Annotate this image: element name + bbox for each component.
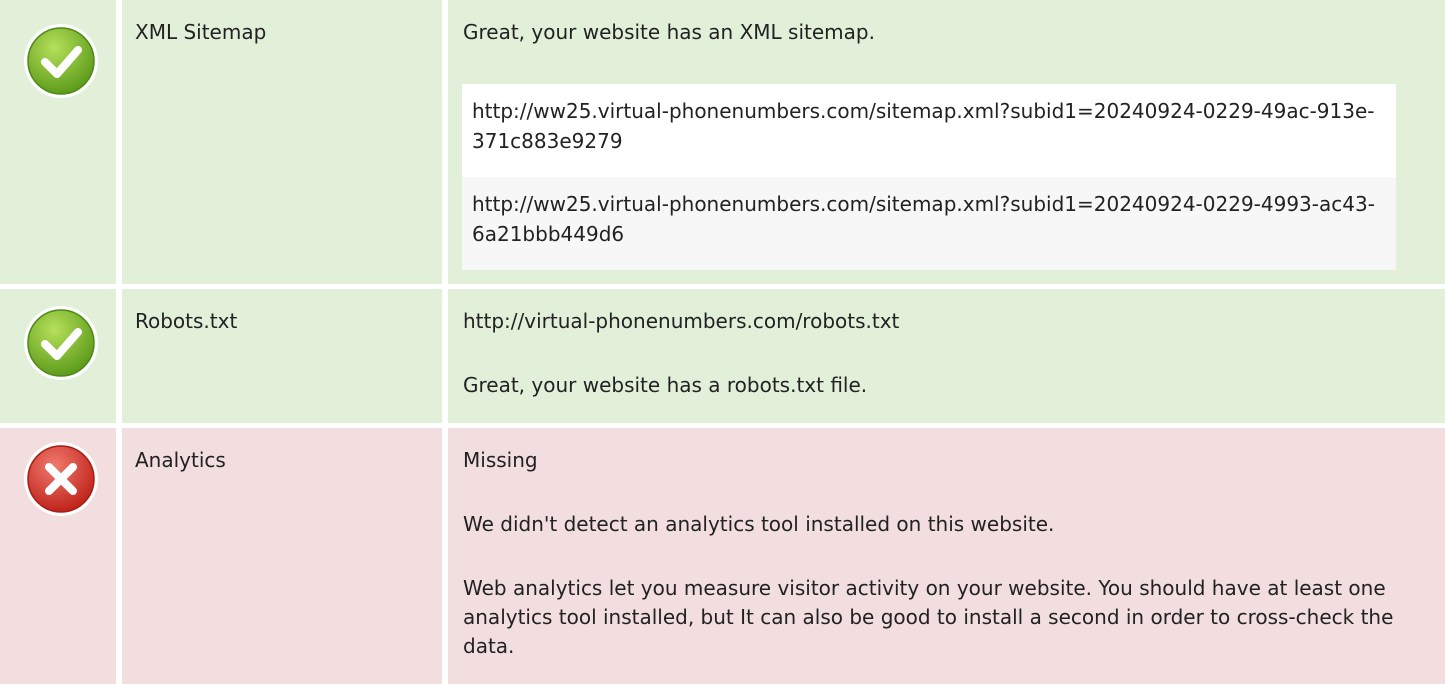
check-detail-cell: http://virtual-phonenumbers.com/robots.t… bbox=[448, 289, 1445, 423]
status-cell bbox=[0, 428, 116, 684]
check-row-analytics: Analytics Missing We didn't detect an an… bbox=[0, 428, 1445, 684]
check-detail-cell: Missing We didn't detect an analytics to… bbox=[448, 428, 1445, 684]
check-circle-icon bbox=[22, 22, 100, 100]
check-name-cell: XML Sitemap bbox=[122, 0, 442, 284]
status-cell bbox=[0, 289, 116, 423]
check-message: Great, your website has a robots.txt fil… bbox=[463, 373, 868, 397]
check-row-xml-sitemap: XML Sitemap Great, your website has an X… bbox=[0, 0, 1445, 284]
check-name: XML Sitemap bbox=[135, 20, 267, 44]
check-message: We didn't detect an analytics tool insta… bbox=[463, 512, 1055, 536]
check-name-cell: Analytics bbox=[122, 428, 442, 684]
check-message: Great, your website has an XML sitemap. bbox=[463, 20, 875, 44]
check-name: Analytics bbox=[135, 448, 226, 472]
check-value: Missing bbox=[463, 448, 538, 472]
check-circle-icon bbox=[22, 304, 100, 382]
sitemap-url-1[interactable]: http://ww25.virtual-phonenumbers.com/sit… bbox=[462, 84, 1396, 177]
status-cell bbox=[0, 0, 116, 284]
sitemap-url-2[interactable]: http://ww25.virtual-phonenumbers.com/sit… bbox=[462, 177, 1396, 270]
check-advice: Web analytics let you measure visitor ac… bbox=[463, 576, 1394, 658]
check-detail-cell: Great, your website has an XML sitemap. … bbox=[448, 0, 1445, 284]
check-name-cell: Robots.txt bbox=[122, 289, 442, 423]
cross-circle-icon bbox=[22, 440, 100, 518]
check-row-robots-txt: Robots.txt http://virtual-phonenumbers.c… bbox=[0, 289, 1445, 423]
check-name: Robots.txt bbox=[135, 309, 238, 333]
robots-url[interactable]: http://virtual-phonenumbers.com/robots.t… bbox=[463, 309, 899, 333]
